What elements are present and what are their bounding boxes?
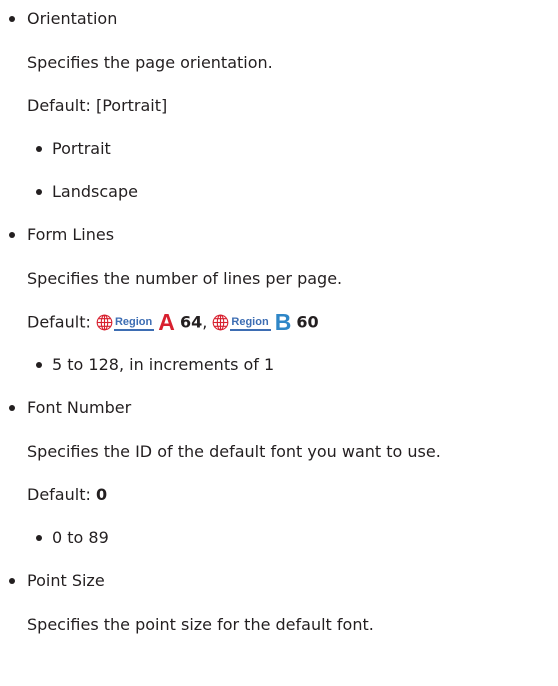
globe-icon bbox=[213, 314, 229, 330]
bullet-icon bbox=[9, 578, 15, 584]
option-range: 0 to 89 bbox=[52, 528, 109, 547]
default-value: [Portrait] bbox=[95, 96, 168, 115]
default-value-region-b: 60 bbox=[296, 312, 319, 332]
region-letter-a: A bbox=[158, 309, 175, 335]
option-landscape: Landscape bbox=[52, 182, 138, 201]
region-b-badge: Region B bbox=[212, 309, 292, 335]
default-value-region-a: 64 bbox=[179, 312, 203, 332]
globe-icon bbox=[96, 314, 113, 330]
region-tag-label: Region bbox=[230, 315, 271, 331]
item-description: Specifies the ID of the default font you… bbox=[27, 442, 441, 461]
item-description: Specifies the point size for the default… bbox=[27, 615, 374, 634]
bullet-icon bbox=[36, 146, 42, 152]
default-line: Default: Region A 64, Region B 60 bbox=[27, 309, 319, 335]
separator: , bbox=[202, 312, 208, 332]
item-description: Specifies the number of lines per page. bbox=[27, 269, 343, 288]
default-label: Default: bbox=[27, 96, 91, 115]
bullet-icon bbox=[36, 189, 42, 195]
bullet-icon bbox=[9, 16, 15, 22]
default-value: 0 bbox=[95, 485, 108, 504]
default-label: Default: bbox=[27, 485, 91, 504]
region-a-badge: Region A bbox=[96, 309, 175, 335]
item-title-font-number: Font Number bbox=[27, 398, 132, 417]
bullet-icon bbox=[36, 362, 42, 368]
region-letter-b: B bbox=[274, 309, 292, 335]
bullet-icon bbox=[9, 405, 15, 411]
bullet-icon bbox=[36, 535, 42, 541]
item-description: Specifies the page orientation. bbox=[27, 53, 273, 72]
region-tag-label: Region bbox=[113, 315, 155, 331]
item-title-point-size: Point Size bbox=[27, 571, 105, 590]
bullet-icon bbox=[9, 232, 15, 238]
item-title-orientation: Orientation bbox=[27, 9, 118, 28]
default-label: Default: bbox=[27, 312, 91, 332]
default-line: Default: 0 bbox=[27, 485, 107, 505]
item-title-form-lines: Form Lines bbox=[27, 225, 115, 244]
option-range: 5 to 128, in increments of 1 bbox=[52, 355, 275, 374]
default-line: Default: [Portrait] bbox=[27, 96, 167, 116]
option-portrait: Portrait bbox=[52, 139, 111, 158]
